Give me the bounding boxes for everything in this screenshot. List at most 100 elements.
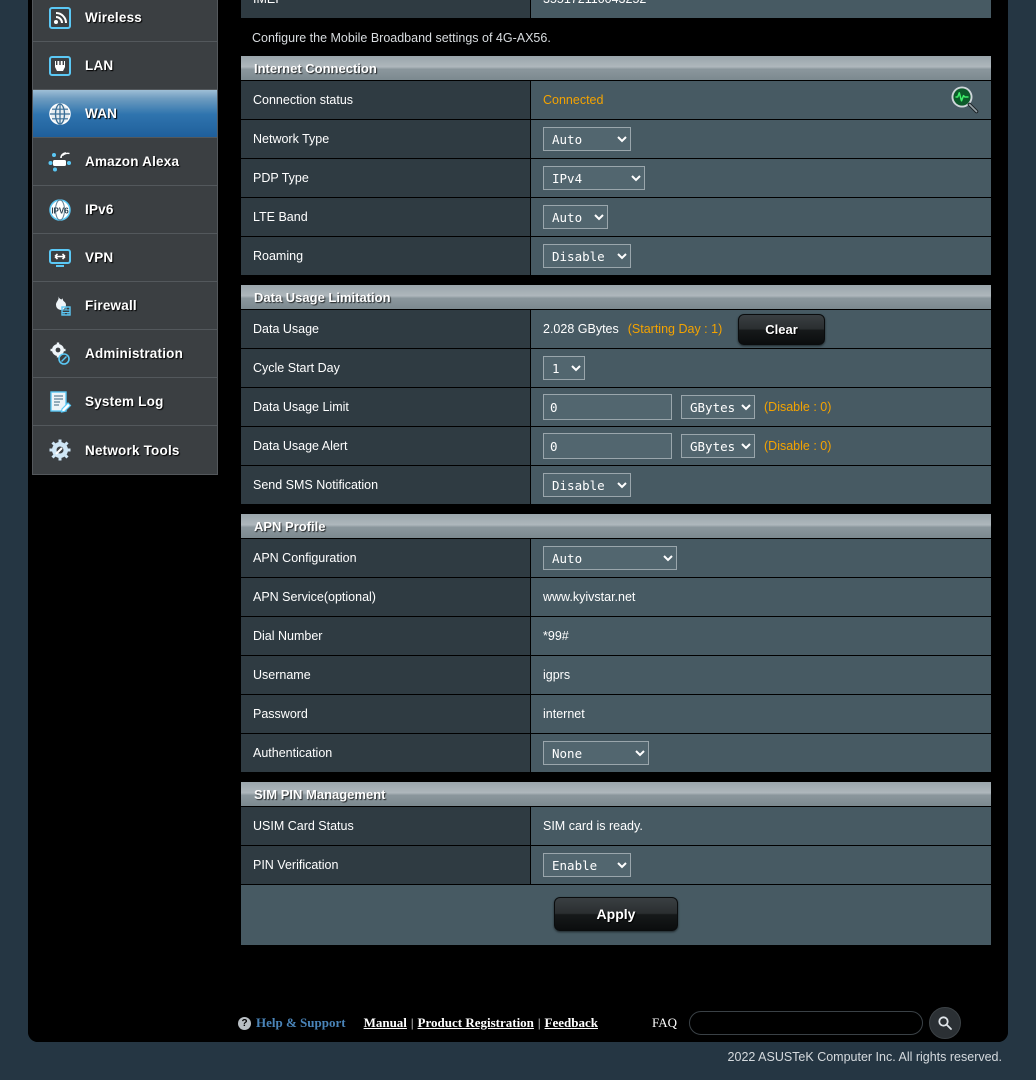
imei-value: 355172110043252 — [530, 0, 992, 19]
pin-verification-select[interactable]: Enable — [543, 853, 631, 877]
data-usage-alert-input[interactable] — [543, 433, 672, 459]
manual-link[interactable]: Manual — [364, 1015, 407, 1031]
data-usage-limit-unit-select[interactable]: GBytes — [681, 395, 755, 419]
table-row: Dial Number *99# — [240, 616, 992, 656]
data-usage-cell: 2.028 GBytes (Starting Day : 1) Clear — [530, 309, 992, 349]
sidebar-item-vpn[interactable]: VPN — [33, 234, 217, 282]
table-row: PIN Verification Enable — [240, 845, 992, 885]
network-type-cell: Auto — [530, 119, 992, 159]
magnifier-pulse-icon[interactable] — [949, 84, 981, 116]
lte-band-label: LTE Band — [240, 197, 531, 237]
data-usage-alert-cell: GBytes (Disable : 0) — [530, 426, 992, 466]
connection-status-label: Connection status — [240, 80, 531, 120]
authentication-label: Authentication — [240, 733, 531, 773]
connection-status-value: Connected — [543, 93, 604, 107]
username-value: igprs — [530, 655, 992, 695]
section-title: SIM PIN Management — [240, 781, 992, 806]
sidebar-item-amazon-alexa[interactable]: Amazon Alexa — [33, 138, 217, 186]
table-row: Cycle Start Day 1 — [240, 348, 992, 388]
table-row: USIM Card Status SIM card is ready. — [240, 806, 992, 846]
apply-button[interactable]: Apply — [553, 897, 679, 931]
copyright-text: 2022 ASUSTeK Computer Inc. All rights re… — [727, 1050, 1002, 1064]
sidebar-item-wan[interactable]: WAN — [33, 90, 217, 138]
sidebar-item-network-tools[interactable]: Network Tools — [33, 426, 217, 474]
link-separator: | — [537, 1015, 541, 1030]
cycle-start-day-select[interactable]: 1 — [543, 356, 585, 380]
apn-configuration-label: APN Configuration — [240, 538, 531, 578]
sidebar-item-ipv6[interactable]: IPV6 IPv6 — [33, 186, 217, 234]
sim-pin-section: SIM PIN Management USIM Card Status SIM … — [240, 781, 992, 946]
section-title: APN Profile — [240, 513, 992, 538]
sidebar-item-lan[interactable]: LAN — [33, 42, 217, 90]
link-separator: | — [410, 1015, 414, 1030]
feedback-link[interactable]: Feedback — [545, 1015, 598, 1031]
send-sms-cell: Disable — [530, 465, 992, 505]
roaming-select[interactable]: Disable — [543, 244, 631, 268]
table-row: Network Type Auto — [240, 119, 992, 159]
table-row: Roaming Disable — [240, 236, 992, 276]
roaming-cell: Disable — [530, 236, 992, 276]
table-row: Connection status Connected — [240, 80, 992, 120]
send-sms-select[interactable]: Disable — [543, 473, 631, 497]
pdp-type-select[interactable]: IPv4 — [543, 166, 645, 190]
cycle-start-day-label: Cycle Start Day — [240, 348, 531, 388]
apn-service-value: www.kyivstar.net — [530, 577, 992, 617]
table-row: Data Usage Alert GBytes (Disable : 0) — [240, 426, 992, 466]
apn-profile-section: APN Profile APN Configuration Auto APN S… — [240, 513, 992, 773]
lte-band-select[interactable]: Auto — [543, 205, 608, 229]
product-registration-link[interactable]: Product Registration — [418, 1015, 534, 1031]
data-usage-alert-unit-select[interactable]: GBytes — [681, 434, 755, 458]
apn-profile-table: APN Configuration Auto APN Service(optio… — [240, 538, 992, 773]
dial-number-label: Dial Number — [240, 616, 531, 656]
faq-search-input[interactable] — [689, 1011, 924, 1035]
table-row: Data Usage 2.028 GBytes (Starting Day : … — [240, 309, 992, 349]
pdp-type-cell: IPv4 — [530, 158, 992, 198]
sidebar-item-label: System Log — [85, 394, 164, 409]
help-support-link[interactable]: ? Help & Support — [238, 1015, 346, 1031]
log-document-icon — [45, 387, 75, 417]
username-label: Username — [240, 655, 531, 695]
faq-search-group: FAQ — [652, 1007, 962, 1039]
authentication-cell: None — [530, 733, 992, 773]
sidebar-item-label: Network Tools — [85, 442, 180, 458]
sidebar-item-wireless[interactable]: Wireless — [33, 0, 217, 42]
sidebar-item-label: LAN — [85, 58, 114, 73]
wireless-icon — [45, 3, 75, 33]
sidebar-item-firewall[interactable]: Firewall — [33, 282, 217, 330]
svg-text:IPV6: IPV6 — [51, 206, 69, 215]
roaming-label: Roaming — [240, 236, 531, 276]
send-sms-label: Send SMS Notification — [240, 465, 531, 505]
alexa-icon — [45, 147, 75, 177]
cycle-start-day-cell: 1 — [530, 348, 992, 388]
table-row: Authentication None — [240, 733, 992, 773]
network-type-select[interactable]: Auto — [543, 127, 631, 151]
sidebar-item-label: IPv6 — [85, 202, 114, 217]
sim-pin-table: USIM Card Status SIM card is ready. PIN … — [240, 806, 992, 885]
sidebar-item-administration[interactable]: Administration — [33, 330, 217, 378]
ipv6-icon: IPV6 — [45, 195, 75, 225]
data-usage-alert-note: (Disable : 0) — [764, 439, 832, 453]
globe-icon — [45, 99, 75, 129]
lan-port-icon — [45, 51, 75, 81]
sidebar-item-label: Amazon Alexa — [85, 154, 180, 169]
gear-wrench-icon — [45, 435, 75, 465]
table-row: Username igprs — [240, 655, 992, 695]
authentication-select[interactable]: None — [543, 741, 649, 765]
question-mark-icon: ? — [238, 1016, 251, 1030]
dial-number-value: *99# — [530, 616, 992, 656]
data-usage-section: Data Usage Limitation Data Usage 2.028 G… — [240, 284, 992, 505]
sidebar-nav: Wireless LAN WAN Amazon Alexa IPV6 IPv6 … — [32, 0, 218, 475]
search-icon[interactable] — [929, 1007, 962, 1039]
sidebar-item-system-log[interactable]: System Log — [33, 378, 217, 426]
data-usage-table: Data Usage 2.028 GBytes (Starting Day : … — [240, 309, 992, 505]
section-title: Internet Connection — [240, 55, 992, 80]
usim-card-status-value: SIM card is ready. — [530, 806, 992, 846]
page-description: Configure the Mobile Broadband settings … — [252, 31, 551, 45]
clear-button[interactable]: Clear — [738, 313, 825, 345]
connection-status-cell: Connected — [530, 80, 992, 120]
apn-configuration-select[interactable]: Auto — [543, 546, 677, 570]
apn-service-label: APN Service(optional) — [240, 577, 531, 617]
data-usage-limit-input[interactable] — [543, 394, 672, 420]
table-row: Send SMS Notification Disable — [240, 465, 992, 505]
data-usage-note: (Starting Day : 1) — [627, 322, 723, 336]
